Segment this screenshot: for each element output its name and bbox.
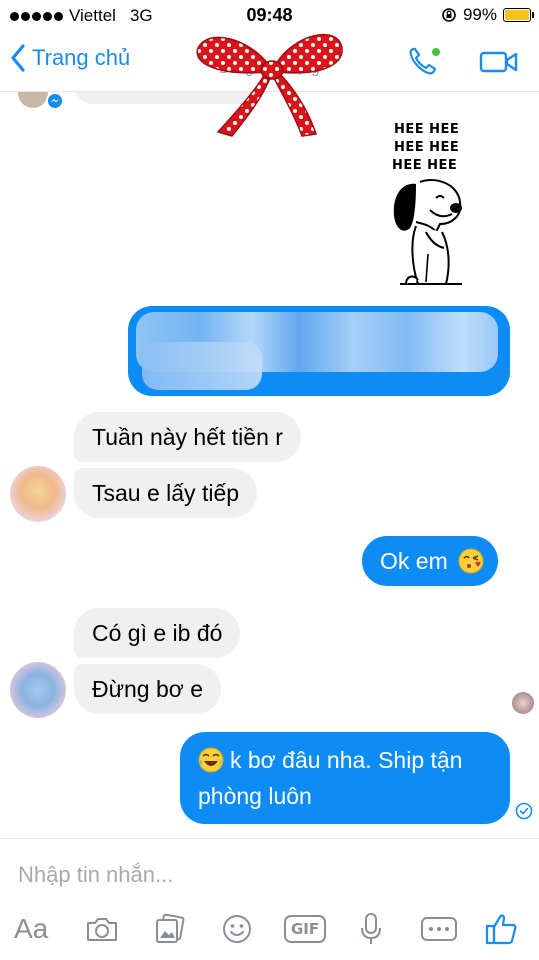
incoming-message[interactable]: Tuần này hết tiền r — [74, 412, 301, 462]
sticker-text-3: HEE HEE — [392, 158, 458, 173]
incoming-message[interactable]: Có gì e ib đó — [74, 608, 241, 658]
text-format-button[interactable]: Aa — [14, 909, 48, 949]
outgoing-message[interactable]: Ok em — [362, 536, 499, 586]
more-button[interactable] — [420, 909, 458, 949]
message-line-1: k bơ đâu nha. Ship tận — [198, 742, 492, 778]
header-actions — [407, 46, 519, 78]
gallery-button[interactable] — [152, 909, 188, 949]
emoji-button[interactable] — [220, 909, 254, 949]
partial-avatar — [18, 92, 48, 108]
gif-icon: GIF — [283, 915, 327, 943]
battery-icon — [503, 8, 534, 22]
blurred-outgoing-message[interactable] — [128, 306, 510, 396]
rotation-lock-icon — [442, 8, 456, 22]
thumbs-up-icon — [485, 914, 517, 945]
messenger-badge-icon — [46, 92, 64, 110]
blur-patch-2 — [142, 342, 262, 390]
message-text: k bơ đâu nha. Ship tận — [230, 747, 463, 773]
status-right: 99% — [441, 5, 534, 25]
video-call-icon[interactable] — [479, 49, 519, 75]
message-list[interactable]: HEE HEE HEE HEE HEE HEE Tuần này hết tiề… — [0, 92, 539, 837]
incoming-message[interactable]: Đừng bơ e — [74, 664, 222, 714]
contact-avatar[interactable] — [10, 466, 66, 522]
microphone-icon — [361, 913, 381, 944]
message-input[interactable] — [18, 857, 498, 893]
outgoing-message[interactable]: k bơ đâu nha. Ship tận phòng luôn — [180, 732, 510, 824]
snoopy-sticker[interactable]: HEE HEE HEE HEE HEE HEE — [378, 120, 470, 290]
more-icon — [421, 917, 457, 941]
seen-avatar — [512, 692, 534, 714]
ribbon-bow-decoration — [196, 33, 343, 137]
incoming-message[interactable]: Tsau e lấy tiếp — [74, 468, 258, 518]
kiss-emoji-icon — [458, 548, 484, 574]
camera-button[interactable] — [84, 909, 120, 949]
message-composer: Aa GIF — [0, 838, 539, 960]
sticker-text-1: HEE HEE — [394, 122, 460, 137]
composer-toolbar: Aa GIF — [0, 909, 539, 951]
gallery-icon — [156, 913, 185, 943]
like-button[interactable] — [484, 909, 520, 949]
emoji-icon — [223, 915, 251, 943]
battery-fill — [505, 10, 529, 20]
sticker-text-2: HEE HEE — [394, 140, 460, 155]
snoopy-drawing — [393, 179, 462, 285]
message-text: Ok em — [380, 548, 448, 574]
contact-avatar[interactable] — [10, 662, 66, 718]
laughing-emoji-icon — [198, 747, 224, 773]
phone-call-icon[interactable] — [407, 46, 441, 78]
voice-button[interactable] — [356, 909, 386, 949]
camera-icon — [87, 918, 117, 941]
gif-button[interactable]: GIF — [283, 909, 327, 949]
sent-check-icon — [515, 802, 533, 820]
battery-percent: 99% — [462, 5, 497, 24]
message-line-2: phòng luôn — [198, 783, 312, 809]
